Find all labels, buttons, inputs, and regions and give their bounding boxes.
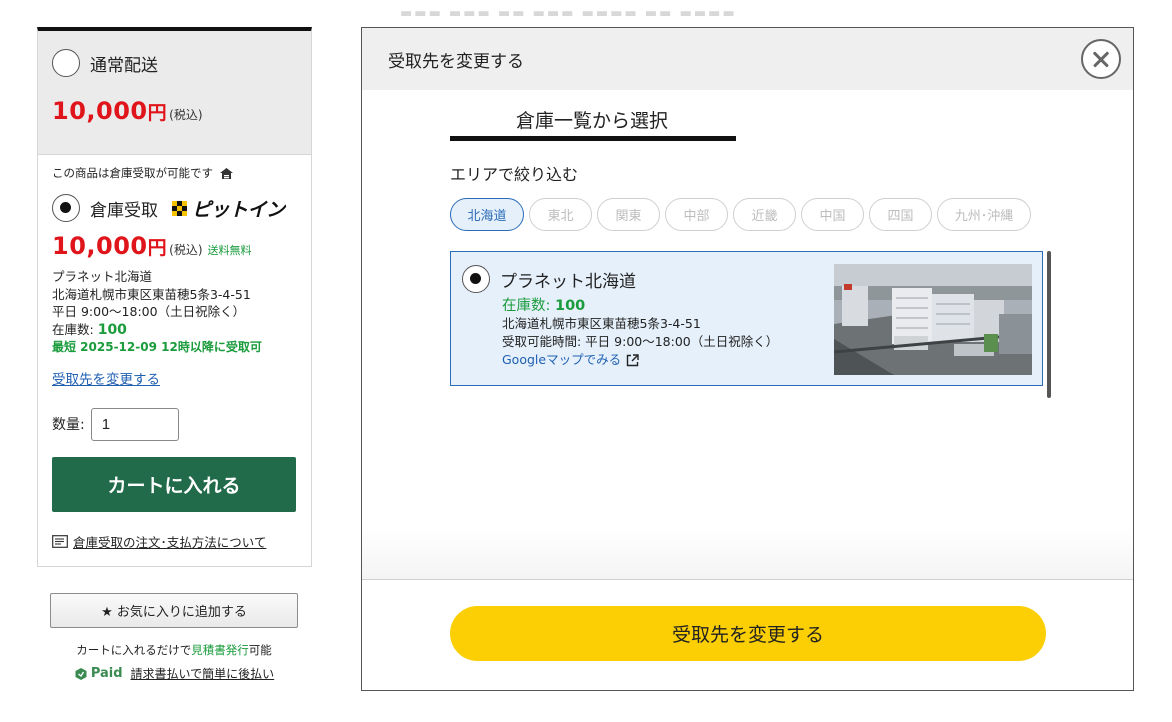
modal-footer: 受取先を変更する <box>362 579 1133 690</box>
warehouse-card-name: プラネット北海道 <box>500 271 636 292</box>
paid-link[interactable]: 請求書払いで簡単に後払い <box>131 665 275 682</box>
change-pickup-submit-button[interactable]: 受取先を変更する <box>450 606 1046 661</box>
warehouse-card-stock: 在庫数: 100 <box>502 298 586 314</box>
add-to-favorites-button[interactable]: ★ お気に入りに追加する <box>50 593 298 628</box>
add-to-cart-button[interactable]: カートに入れる <box>52 456 296 512</box>
quantity-row: 数量: <box>52 407 297 441</box>
area-filter-label: エリアで絞り込む <box>450 165 579 184</box>
warehouse-details: プラネット北海道 北海道札幌市東区東苗穂5条3-4-51 平日 9:00～18:… <box>52 268 297 357</box>
document-icon <box>52 534 68 548</box>
area-filter-chips: 北海道 東北 関東 中部 近畿 中国 四国 九州･沖縄 <box>450 198 1031 231</box>
area-chip-shikoku[interactable]: 四国 <box>869 198 932 231</box>
modal-title: 受取先を変更する <box>388 51 524 72</box>
warehouse-available-note: この商品は倉庫受取が可能です <box>52 165 297 181</box>
warehouse-card-address: 北海道札幌市東区東苗穂5条3-4-51 <box>502 316 701 331</box>
warehouse-address: 北海道札幌市東区東苗穂5条3-4-51 <box>52 286 251 302</box>
warehouse-stock: 在庫数: 100 <box>52 321 127 338</box>
area-chip-kyushu-okinawa[interactable]: 九州･沖縄 <box>937 198 1031 231</box>
normal-delivery-radio[interactable] <box>52 49 80 77</box>
order-info-link[interactable]: 倉庫受取の注文･支払方法について <box>52 532 297 551</box>
free-shipping-label: 送料無料 <box>207 244 252 257</box>
warehouse-name: プラネット北海道 <box>52 269 153 284</box>
pittin-logo: ピットイン <box>170 195 285 222</box>
normal-delivery-option[interactable]: 通常配送 10,000円 (税込) <box>38 31 311 155</box>
background-faint-text: ▬▬▬ ▬▬▬ ▬▬ ▬▬▬ ▬▬▬▬ ▬▬ ▬▬▬▬ <box>400 6 737 21</box>
close-icon[interactable] <box>1081 39 1121 79</box>
warehouse-pickup-label: 倉庫受取 <box>90 200 158 221</box>
tab-warehouse-list[interactable]: 倉庫一覧から選択 <box>450 106 736 141</box>
quantity-label: 数量: <box>52 417 85 433</box>
normal-delivery-label: 通常配送 <box>90 55 158 76</box>
house-icon <box>220 167 233 179</box>
paid-hex-icon <box>75 667 87 680</box>
warehouse-price: 10,000円 (税込) 送料無料 <box>52 232 252 260</box>
tab-underline <box>450 136 736 141</box>
change-pickup-modal: 受取先を変更する 倉庫一覧から選択 エリアで絞り込む 北海道 東北 関東 中部 … <box>361 27 1134 691</box>
purchase-options-card: 通常配送 10,000円 (税込) この商品は倉庫受取が可能です 倉庫受取 ピッ… <box>37 27 312 567</box>
area-chip-chubu[interactable]: 中部 <box>665 198 728 231</box>
paid-info: Paid 請求書払いで簡単に後払い <box>50 665 298 682</box>
modal-header: 受取先を変更する <box>362 28 1133 90</box>
google-map-link[interactable]: Googleマップでみる <box>502 351 834 369</box>
warehouse-card-hours: 受取可能時間: 平日 9:00～18:00（土日祝除く） <box>502 334 779 349</box>
scrollbar[interactable] <box>1047 251 1051 398</box>
quote-info: カートに入れるだけで見積書発行可能 <box>76 643 272 657</box>
area-chip-chugoku[interactable]: 中国 <box>801 198 864 231</box>
area-chip-kinki[interactable]: 近畿 <box>733 198 796 231</box>
area-chip-tohoku[interactable]: 東北 <box>529 198 592 231</box>
warehouse-card-radio[interactable] <box>462 265 490 293</box>
warehouse-card[interactable]: プラネット北海道 在庫数: 100 北海道札幌市東区東苗穂5条3-4-51 受取… <box>450 251 1043 386</box>
paid-logo: Paid <box>74 666 123 681</box>
quantity-input[interactable] <box>90 407 179 441</box>
earliest-pickup: 最短 2025-12-09 12時以降に受取可 <box>52 340 262 354</box>
area-chip-hokkaido[interactable]: 北海道 <box>450 198 524 231</box>
area-chip-kanto[interactable]: 関東 <box>597 198 660 231</box>
warehouse-hours: 平日 9:00～18:00（土日祝除く） <box>52 304 246 319</box>
warehouse-pickup-radio[interactable] <box>52 194 80 222</box>
warehouse-photo <box>834 264 1032 375</box>
normal-delivery-price: 10,000円 (税込) <box>52 97 203 125</box>
scroll-fade <box>362 528 1133 579</box>
external-link-icon <box>626 353 639 366</box>
change-pickup-link[interactable]: 受取先を変更する <box>52 368 160 388</box>
warehouse-pickup-option[interactable]: 倉庫受取 ピットイン <box>52 194 297 222</box>
quote-link[interactable]: 見積書発行 <box>191 643 249 657</box>
checker-flag-icon <box>172 201 187 216</box>
